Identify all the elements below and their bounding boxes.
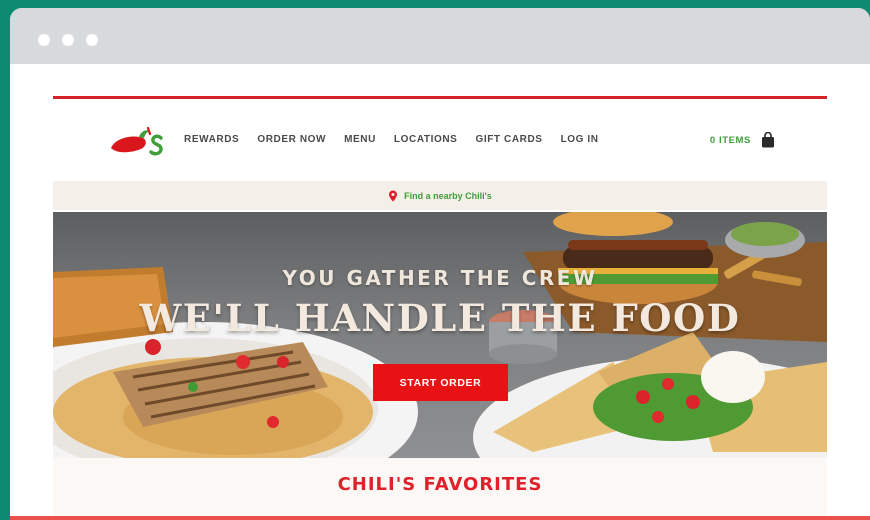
location-pin-icon [389,190,398,201]
browser-titlebar [10,8,870,64]
hero-kicker: YOU GATHER THE CREW [282,266,598,290]
bottom-accent-bar [10,516,870,520]
hero-banner: YOU GATHER THE CREW WE'LL HANDLE THE FOO… [53,212,827,458]
find-location-banner[interactable]: Find a nearby Chili's [53,181,827,210]
nav-gift-cards[interactable]: GIFT CARDS [475,134,542,145]
nav-rewards[interactable]: REWARDS [184,134,239,145]
favorites-section: CHILI'S FAVORITES [53,458,827,518]
chilis-logo[interactable] [103,122,167,162]
nav-items: REWARDS ORDER NOW MENU LOCATIONS GIFT CA… [184,134,599,145]
start-order-button[interactable]: START ORDER [373,364,508,401]
nav-log-in[interactable]: LOG IN [561,134,599,145]
nav-menu[interactable]: MENU [344,134,376,145]
hero-headline: WE'LL HANDLE THE FOOD [139,296,741,340]
shopping-bag-icon [762,132,774,148]
main-nav: REWARDS ORDER NOW MENU LOCATIONS GIFT CA… [53,114,827,168]
window-dot-icon[interactable] [62,34,74,46]
page-content: REWARDS ORDER NOW MENU LOCATIONS GIFT CA… [10,64,870,520]
find-location-link[interactable]: Find a nearby Chili's [404,191,492,201]
top-divider [53,96,827,99]
window-dot-icon[interactable] [86,34,98,46]
nav-locations[interactable]: LOCATIONS [394,134,458,145]
browser-window: REWARDS ORDER NOW MENU LOCATIONS GIFT CA… [10,8,870,520]
cart-count: 0 ITEMS [709,134,751,146]
favorites-title: CHILI'S FAVORITES [337,474,543,495]
window-dot-icon[interactable] [38,34,50,46]
cart-button[interactable]: 0 ITEMS [710,132,775,148]
nav-order-now[interactable]: ORDER NOW [257,134,326,145]
